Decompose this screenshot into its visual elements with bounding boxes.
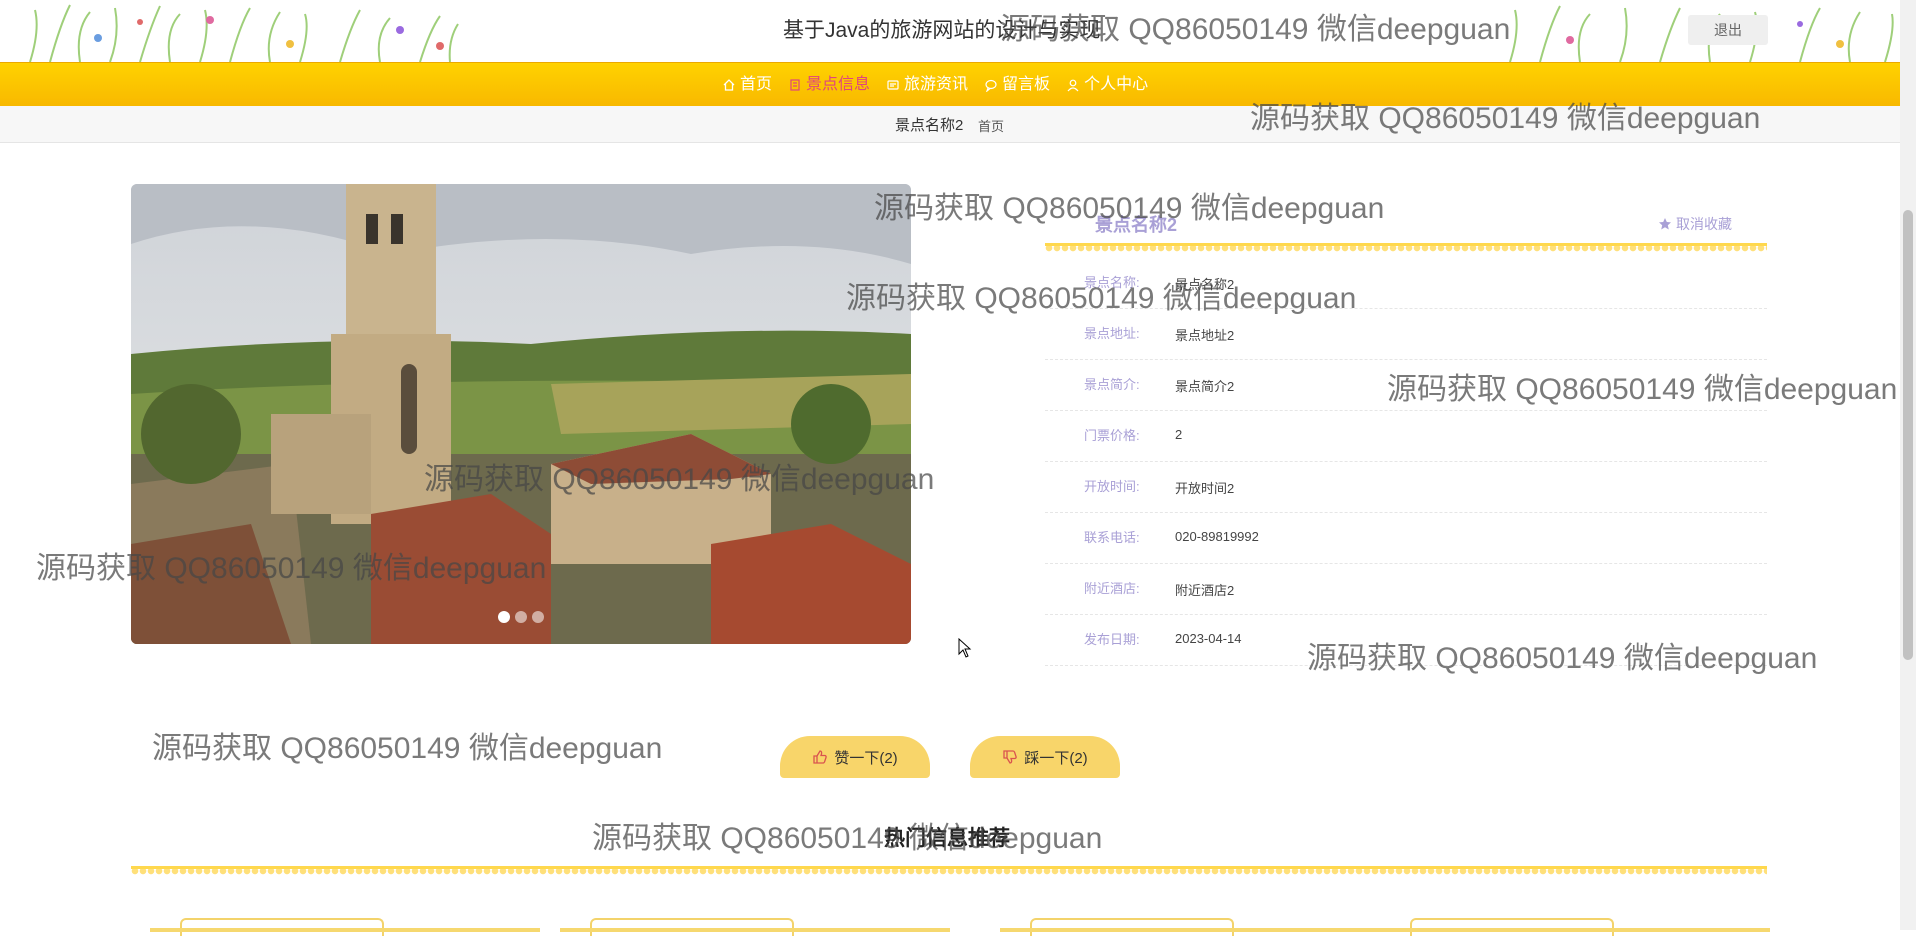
info-label: 门票价格:: [1084, 428, 1140, 443]
top-header: 基于Java的旅游网站的设计与实现 退出: [0, 0, 1900, 62]
info-value: 景点地址2: [1175, 328, 1235, 343]
hot-card[interactable]: [1000, 916, 1390, 936]
page-scrollbar[interactable]: [1900, 0, 1916, 930]
nav-item-personal-center[interactable]: 个人中心: [1058, 63, 1156, 107]
hot-card[interactable]: [560, 916, 950, 936]
like-button[interactable]: 赞一下(2): [780, 736, 930, 778]
info-value: 020-89819992: [1175, 529, 1259, 544]
unfavorite-button[interactable]: 取消收藏: [1658, 214, 1732, 234]
news-icon: [887, 80, 899, 90]
nav-label-scenic-spots: 景点信息: [806, 76, 871, 93]
nav-item-message-board[interactable]: 留言板: [976, 63, 1058, 107]
image-carousel[interactable]: [131, 184, 911, 644]
info-value: 景点简介2: [1175, 379, 1235, 394]
like-label: 赞一下(2): [834, 749, 898, 767]
scenic-photo: [131, 184, 911, 644]
building-icon: [790, 79, 800, 91]
info-value: 2023-04-14: [1175, 631, 1242, 646]
nav-label-home: 首页: [740, 76, 773, 93]
info-row-address: 景点地址: 景点地址2: [1045, 309, 1767, 360]
dislike-label: 踩一下(2): [1024, 749, 1088, 767]
nav-item-home[interactable]: 首页: [714, 63, 780, 107]
info-value: 附近酒店2: [1175, 583, 1235, 598]
info-row-ticket-price: 门票价格: 2: [1045, 411, 1767, 462]
hot-card[interactable]: [1380, 916, 1770, 936]
carousel-dots: [498, 611, 544, 623]
chat-icon: [985, 79, 997, 92]
info-value: 开放时间2: [1175, 481, 1235, 496]
info-row-publish-date: 发布日期: 2023-04-14: [1045, 615, 1767, 666]
info-label: 景点名称:: [1084, 275, 1140, 290]
home-icon: [723, 79, 735, 91]
hot-card[interactable]: [150, 916, 540, 936]
breadcrumb: 景点名称2 首页: [0, 106, 1900, 143]
scrollbar-thumb[interactable]: [1903, 210, 1913, 660]
nav-label-message-board: 留言板: [1002, 76, 1051, 93]
dislike-button[interactable]: 踩一下(2): [970, 736, 1120, 778]
thumbs-up-icon: [813, 750, 828, 764]
star-icon: [1659, 218, 1671, 230]
logout-button[interactable]: 退出: [1688, 15, 1768, 45]
unfavorite-label: 取消收藏: [1676, 216, 1732, 232]
nav-label-travel-news: 旅游资讯: [904, 76, 969, 93]
site-title: 基于Java的旅游网站的设计与实现: [783, 19, 1101, 42]
info-label: 联系电话:: [1084, 530, 1140, 545]
breadcrumb-current: 景点名称2: [895, 117, 964, 134]
breadcrumb-home-link[interactable]: 首页: [978, 116, 1004, 135]
scallop-divider: [131, 866, 1767, 879]
mouse-cursor-icon: [958, 638, 972, 658]
info-label: 发布日期:: [1084, 632, 1140, 647]
carousel-dot-1[interactable]: [498, 611, 510, 623]
info-label: 附近酒店:: [1084, 581, 1140, 596]
detail-title: 景点名称2: [1095, 215, 1178, 235]
thumbs-down-icon: [1003, 750, 1018, 764]
info-row-name: 景点名称: 景点名称2: [1045, 258, 1767, 309]
watermark: 源码获取 QQ86050149 微信deepguan: [592, 822, 1103, 855]
hot-section-title: 热门信息推荐: [884, 827, 1010, 850]
info-label: 景点简介:: [1084, 377, 1140, 392]
nav-label-personal-center: 个人中心: [1084, 76, 1149, 93]
info-row-phone: 联系电话: 020-89819992: [1045, 513, 1767, 564]
info-label: 景点地址:: [1084, 326, 1140, 341]
user-icon: [1067, 79, 1079, 92]
grass-decoration-left: [29, 4, 459, 62]
nav-item-travel-news[interactable]: 旅游资讯: [878, 63, 976, 107]
info-row-intro: 景点简介: 景点简介2: [1045, 360, 1767, 411]
main-nav: 首页 景点信息 旅游资讯 留言板 个人中心: [0, 62, 1900, 108]
info-value: 2: [1175, 427, 1183, 442]
watermark: 源码获取 QQ86050149 微信deepguan: [152, 732, 663, 765]
carousel-dot-3[interactable]: [532, 611, 544, 623]
scallop-divider: [1045, 243, 1767, 256]
info-row-nearby-hotel: 附近酒店: 附近酒店2: [1045, 564, 1767, 615]
info-row-opening-time: 开放时间: 开放时间2: [1045, 462, 1767, 513]
info-label: 开放时间:: [1084, 479, 1140, 494]
info-value: 景点名称2: [1175, 277, 1235, 292]
nav-item-scenic-spots[interactable]: 景点信息: [780, 63, 878, 107]
carousel-dot-2[interactable]: [515, 611, 527, 623]
